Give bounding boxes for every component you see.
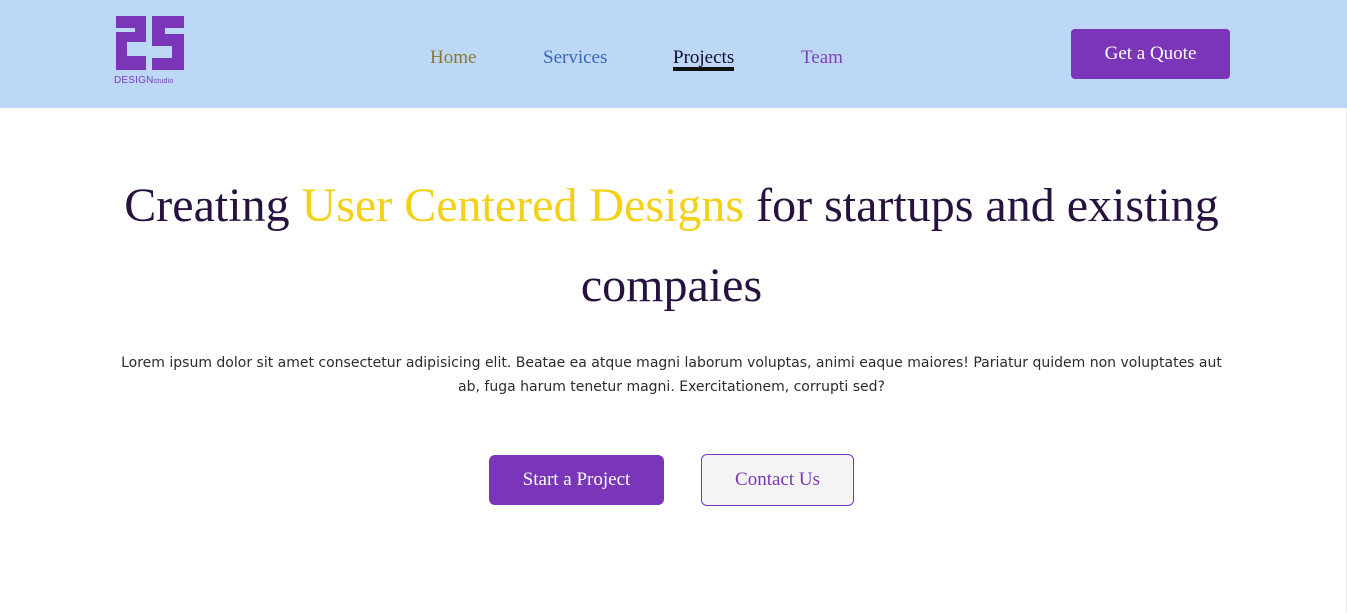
contact-us-button[interactable]: Contact Us — [701, 454, 854, 506]
nav-link-services[interactable]: Services — [543, 46, 607, 70]
site-header: DESIGNstudio Home Services Projects Team… — [0, 0, 1347, 108]
active-nav-underline — [673, 67, 734, 71]
logo-mark-icon — [116, 16, 184, 70]
start-project-button[interactable]: Start a Project — [489, 455, 664, 505]
logo-word-small: studio — [153, 78, 174, 85]
hero-description: Lorem ipsum dolor sit amet consectetur a… — [121, 355, 1222, 395]
hero-title-highlight: User Centered Designs — [301, 179, 745, 232]
brand-logo[interactable]: DESIGNstudio — [112, 12, 192, 90]
logo-wordmark: DESIGNstudio — [114, 75, 173, 86]
hero-title: Creating User Centered Designs for start… — [110, 166, 1233, 326]
nav-link-home[interactable]: Home — [430, 46, 476, 70]
hero-title-start: Creating — [124, 179, 302, 232]
get-quote-button[interactable]: Get a Quote — [1071, 29, 1230, 79]
logo-word-main: DESIGN — [114, 75, 154, 86]
nav-link-team[interactable]: Team — [801, 46, 843, 70]
